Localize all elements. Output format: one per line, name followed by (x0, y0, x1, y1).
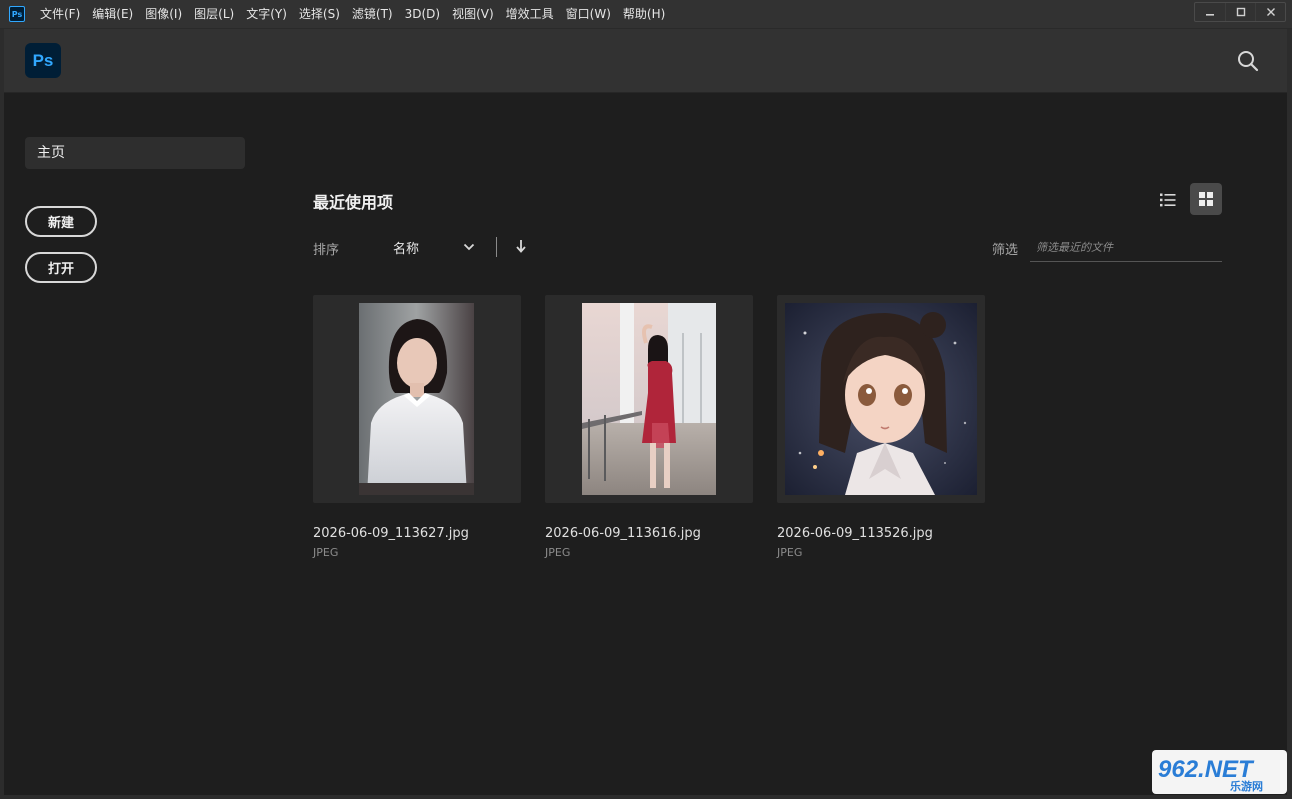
minimize-button[interactable] (1195, 3, 1225, 21)
sort-direction-arrow-icon[interactable] (514, 237, 528, 255)
menu-filter[interactable]: 滤镜(T) (346, 3, 399, 25)
window-edge-bottom (0, 795, 1292, 799)
menu-file[interactable]: 文件(F) (34, 3, 86, 25)
sort-label: 排序 (313, 243, 340, 258)
watermark-text: 962.NET (1158, 756, 1255, 783)
menu-image[interactable]: 图像(I) (139, 3, 188, 25)
portrait-photo-thumbnail (359, 303, 474, 495)
minimize-icon (1206, 14, 1214, 16)
anime-illustration-thumbnail (785, 303, 977, 495)
menu-plugins[interactable]: 增效工具 (500, 3, 560, 25)
window-edge-right (1287, 29, 1292, 799)
home-header: Ps (4, 29, 1287, 93)
menu-view[interactable]: 视图(V) (446, 3, 500, 25)
photoshop-logo[interactable]: Ps (25, 43, 61, 78)
recent-file-card[interactable]: 2026-06-09_113627.jpg JPEG (313, 295, 521, 559)
grid-view-icon (1199, 192, 1213, 206)
portrait-photo-thumbnail (582, 303, 716, 495)
recent-file-thumbnail[interactable] (313, 295, 521, 503)
photoshop-app-icon[interactable]: Ps (9, 6, 25, 22)
recent-file-name: 2026-06-09_113526.jpg (777, 526, 933, 541)
menu-help[interactable]: 帮助(H) (617, 3, 671, 25)
recent-file-card[interactable]: 2026-06-09_113616.jpg JPEG (545, 295, 753, 559)
close-button[interactable] (1255, 3, 1285, 21)
open-file-button[interactable]: 打开 (25, 252, 97, 283)
site-watermark-logo: 962.NET 乐游网 (1152, 750, 1287, 794)
new-file-button[interactable]: 新建 (25, 206, 97, 237)
filter-recent-input[interactable] (1030, 234, 1222, 262)
recent-file-thumbnail[interactable] (545, 295, 753, 503)
list-view-icon (1160, 193, 1176, 207)
sort-dropdown-value: 名称 (393, 241, 420, 257)
grid-view-button[interactable] (1190, 183, 1222, 215)
menu-window[interactable]: 窗口(W) (560, 3, 617, 25)
sort-dropdown[interactable]: 名称 (393, 236, 475, 258)
recent-file-name: 2026-06-09_113616.jpg (545, 526, 701, 541)
watermark-subtext: 乐游网 (1230, 779, 1263, 793)
menu-edit[interactable]: 编辑(E) (86, 3, 139, 25)
menu-bar: 文件(F) 编辑(E) 图像(I) 图层(L) 文字(Y) 选择(S) 滤镜(T… (34, 0, 671, 29)
home-main: 主页 新建 打开 最近使用项 排序 名称 筛选 筛选最近的文件 2026-06-… (4, 94, 1287, 796)
maximize-icon (1236, 7, 1245, 17)
menu-3d[interactable]: 3D(D) (399, 3, 446, 25)
recent-section-title: 最近使用项 (313, 193, 394, 212)
filter-label: 筛选 (992, 243, 1019, 258)
sort-divider (496, 237, 497, 257)
recent-file-thumbnail[interactable] (777, 295, 985, 503)
recent-file-name: 2026-06-09_113627.jpg (313, 526, 469, 541)
search-icon[interactable] (1237, 50, 1259, 72)
chevron-down-icon (463, 243, 475, 251)
menu-type[interactable]: 文字(Y) (240, 3, 293, 25)
recent-file-card[interactable]: 2026-06-09_113526.jpg JPEG (777, 295, 985, 559)
list-view-button[interactable] (1152, 184, 1184, 216)
recent-file-type: JPEG (313, 546, 339, 559)
menu-select[interactable]: 选择(S) (293, 3, 346, 25)
sidebar-item-home[interactable]: 主页 (25, 137, 245, 169)
title-bar: Ps 文件(F) 编辑(E) 图像(I) 图层(L) 文字(Y) 选择(S) 滤… (0, 0, 1292, 29)
recent-file-type: JPEG (777, 546, 803, 559)
maximize-button[interactable] (1225, 3, 1255, 21)
window-controls (1194, 2, 1286, 22)
menu-layer[interactable]: 图层(L) (188, 3, 240, 25)
recent-file-type: JPEG (545, 546, 571, 559)
close-icon (1266, 8, 1275, 16)
